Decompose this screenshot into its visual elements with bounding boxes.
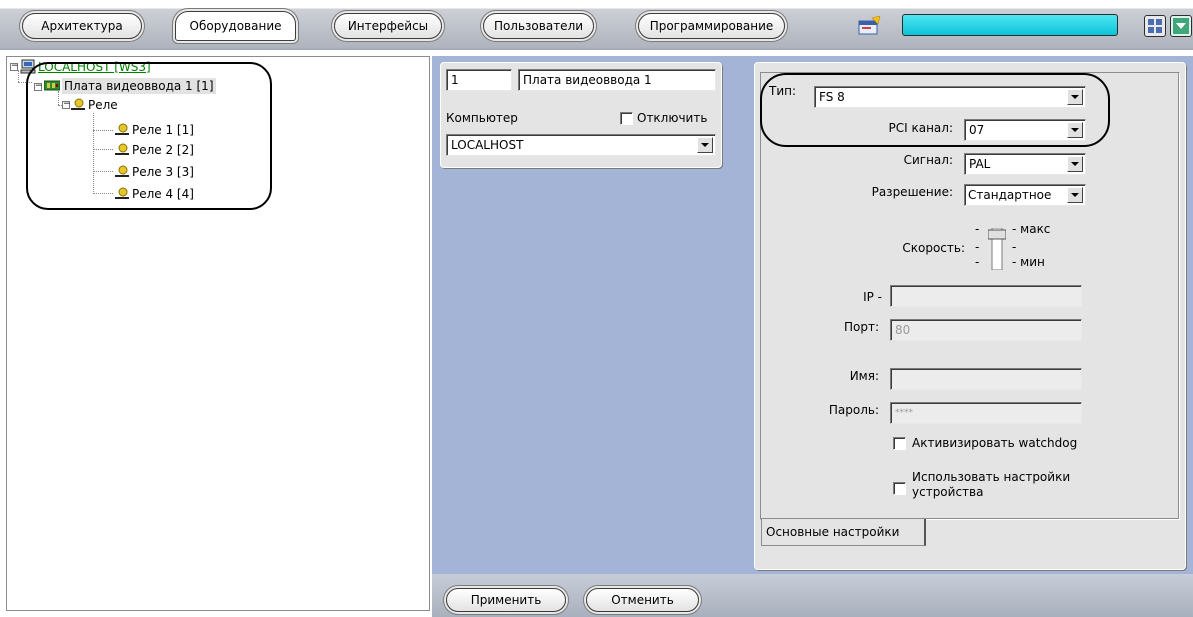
chevron-down-icon[interactable] bbox=[1067, 187, 1083, 203]
computer-select-value: LOCALHOST bbox=[451, 138, 524, 152]
speed-ticks-bottom: - bbox=[975, 255, 980, 269]
speed-min-label: - мин bbox=[1012, 255, 1045, 269]
type-annotation-outline bbox=[760, 73, 1110, 147]
tab-architecture[interactable]: Архитектура bbox=[22, 13, 142, 39]
status-indicator-field[interactable] bbox=[902, 14, 1118, 36]
grid-icon bbox=[1148, 19, 1162, 33]
watchdog-checkbox[interactable] bbox=[893, 437, 906, 450]
ip-field[interactable] bbox=[890, 285, 1082, 307]
signal-select[interactable]: PAL bbox=[964, 153, 1086, 175]
edit-window-icon[interactable] bbox=[858, 16, 882, 36]
chevron-down-icon bbox=[1173, 18, 1189, 34]
speed-ticks-top: - bbox=[975, 222, 980, 236]
tab-equipment[interactable]: Оборудование bbox=[175, 11, 296, 41]
main-tab-bar: Архитектура Оборудование Интерфейсы Поль… bbox=[0, 0, 1193, 50]
speed-label: Скорость: bbox=[902, 241, 965, 255]
apply-button[interactable]: Применить bbox=[446, 588, 566, 612]
name-label: Имя: bbox=[849, 369, 879, 383]
tab-programming[interactable]: Программирование bbox=[638, 13, 785, 39]
speed-slider[interactable] bbox=[988, 228, 1006, 270]
resolution-label: Разрешение: bbox=[871, 185, 953, 199]
tab-users[interactable]: Пользователи bbox=[483, 13, 594, 39]
collapse-root-toggle[interactable]: − bbox=[10, 62, 19, 71]
computer-select[interactable]: LOCALHOST bbox=[446, 134, 716, 156]
speed-mid-tick: - bbox=[1012, 240, 1017, 254]
signal-label: Сигнал: bbox=[903, 153, 953, 167]
username-field[interactable] bbox=[890, 368, 1082, 390]
dropdown-menu-button[interactable] bbox=[1170, 15, 1192, 37]
password-label: Пароль: bbox=[828, 403, 879, 417]
layout-grid-button[interactable] bbox=[1144, 15, 1166, 37]
chevron-down-icon[interactable] bbox=[697, 137, 713, 153]
password-field[interactable]: **** bbox=[890, 402, 1082, 424]
use-device-settings-checkbox[interactable] bbox=[893, 482, 906, 495]
signal-select-value: PAL bbox=[969, 157, 991, 171]
port-label: Порт: bbox=[843, 320, 879, 334]
object-name-field[interactable]: Плата видеоввода 1 bbox=[518, 69, 716, 91]
computer-label: Компьютер bbox=[446, 111, 518, 125]
tree-annotation-outline bbox=[26, 62, 272, 210]
resolution-select[interactable]: Стандартное bbox=[964, 184, 1086, 206]
resolution-select-value: Стандартное bbox=[968, 188, 1052, 202]
disable-checkbox[interactable] bbox=[620, 112, 633, 125]
speed-max-label: - макс bbox=[1012, 222, 1051, 236]
disable-label: Отключить bbox=[637, 111, 708, 125]
tab-basic-settings[interactable]: Основные настройки bbox=[761, 519, 926, 546]
port-field[interactable]: 80 bbox=[890, 319, 1082, 341]
object-id-field[interactable]: 1 bbox=[446, 69, 512, 91]
cancel-button[interactable]: Отменить bbox=[586, 588, 699, 612]
speed-ticks-mid: - bbox=[975, 240, 980, 254]
chevron-down-icon[interactable] bbox=[1067, 156, 1083, 172]
use-device-settings-label: Использовать настройки устройства bbox=[912, 470, 1071, 499]
watchdog-label: Активизировать watchdog bbox=[912, 436, 1078, 450]
tree-connector bbox=[18, 70, 19, 82]
tab-interfaces[interactable]: Интерфейсы bbox=[334, 13, 442, 39]
ip-label: IP - bbox=[863, 290, 882, 304]
